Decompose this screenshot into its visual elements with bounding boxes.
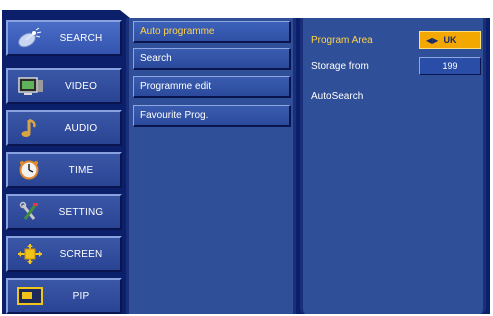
program-area-value-text: UK — [443, 35, 457, 45]
submenu-search[interactable]: Search — [133, 48, 291, 70]
submenu-label: Search — [140, 53, 172, 64]
pip-icon — [16, 285, 46, 307]
program-area-value[interactable]: ◀▶ UK — [419, 31, 481, 49]
category-search[interactable]: SEARCH — [6, 20, 122, 56]
submenu-column: Auto programme Search Programme edit Fav… — [126, 18, 296, 314]
setting-label: Program Area — [311, 34, 373, 46]
category-time[interactable]: TIME — [6, 152, 122, 188]
setting-autosearch[interactable]: AutoSearch — [311, 86, 363, 106]
submenu-label: Programme edit — [140, 81, 212, 92]
category-audio[interactable]: AUDIO — [6, 110, 122, 146]
category-screen[interactable]: SCREEN — [6, 236, 122, 272]
category-video[interactable]: VIDEO — [6, 68, 122, 104]
category-label: VIDEO — [64, 80, 98, 92]
submenu-auto-programme[interactable]: Auto programme — [133, 21, 291, 43]
setting-program-area[interactable]: Program Area ◀▶ UK — [311, 30, 489, 50]
left-right-arrow-icon: ◀▶ — [426, 35, 439, 45]
setting-label: AutoSearch — [311, 90, 364, 102]
submenu-panel: Auto programme Search Programme edit Fav… — [126, 18, 296, 314]
clock-icon — [16, 159, 46, 181]
category-label: AUDIO — [64, 122, 98, 134]
setting-label: Storage from — [311, 60, 369, 72]
category-pip[interactable]: PIP — [6, 278, 122, 314]
storage-from-value-text: 199 — [442, 61, 458, 71]
music-note-icon — [16, 117, 46, 139]
tv-icon — [16, 75, 46, 97]
submenu-label: Auto programme — [140, 26, 215, 37]
category-setting[interactable]: SETTING — [6, 194, 122, 230]
tools-icon — [16, 201, 46, 223]
setting-storage-from[interactable]: Storage from 199 — [311, 56, 489, 76]
category-label: TIME — [68, 164, 94, 176]
settings-panel: Program Area ◀▶ UK Storage from 199 Auto… — [300, 18, 486, 314]
screen-adjust-icon — [16, 243, 46, 265]
category-label: PIP — [72, 290, 90, 302]
submenu-favourite-prog[interactable]: Favourite Prog. — [133, 105, 291, 127]
category-label: SEARCH — [59, 32, 103, 44]
submenu-label: Favourite Prog. — [140, 110, 209, 121]
category-label: SETTING — [58, 206, 104, 218]
satellite-dish-icon — [16, 27, 46, 49]
submenu-programme-edit[interactable]: Programme edit — [133, 76, 291, 98]
storage-from-value[interactable]: 199 — [419, 57, 481, 75]
category-label: SCREEN — [59, 248, 103, 260]
